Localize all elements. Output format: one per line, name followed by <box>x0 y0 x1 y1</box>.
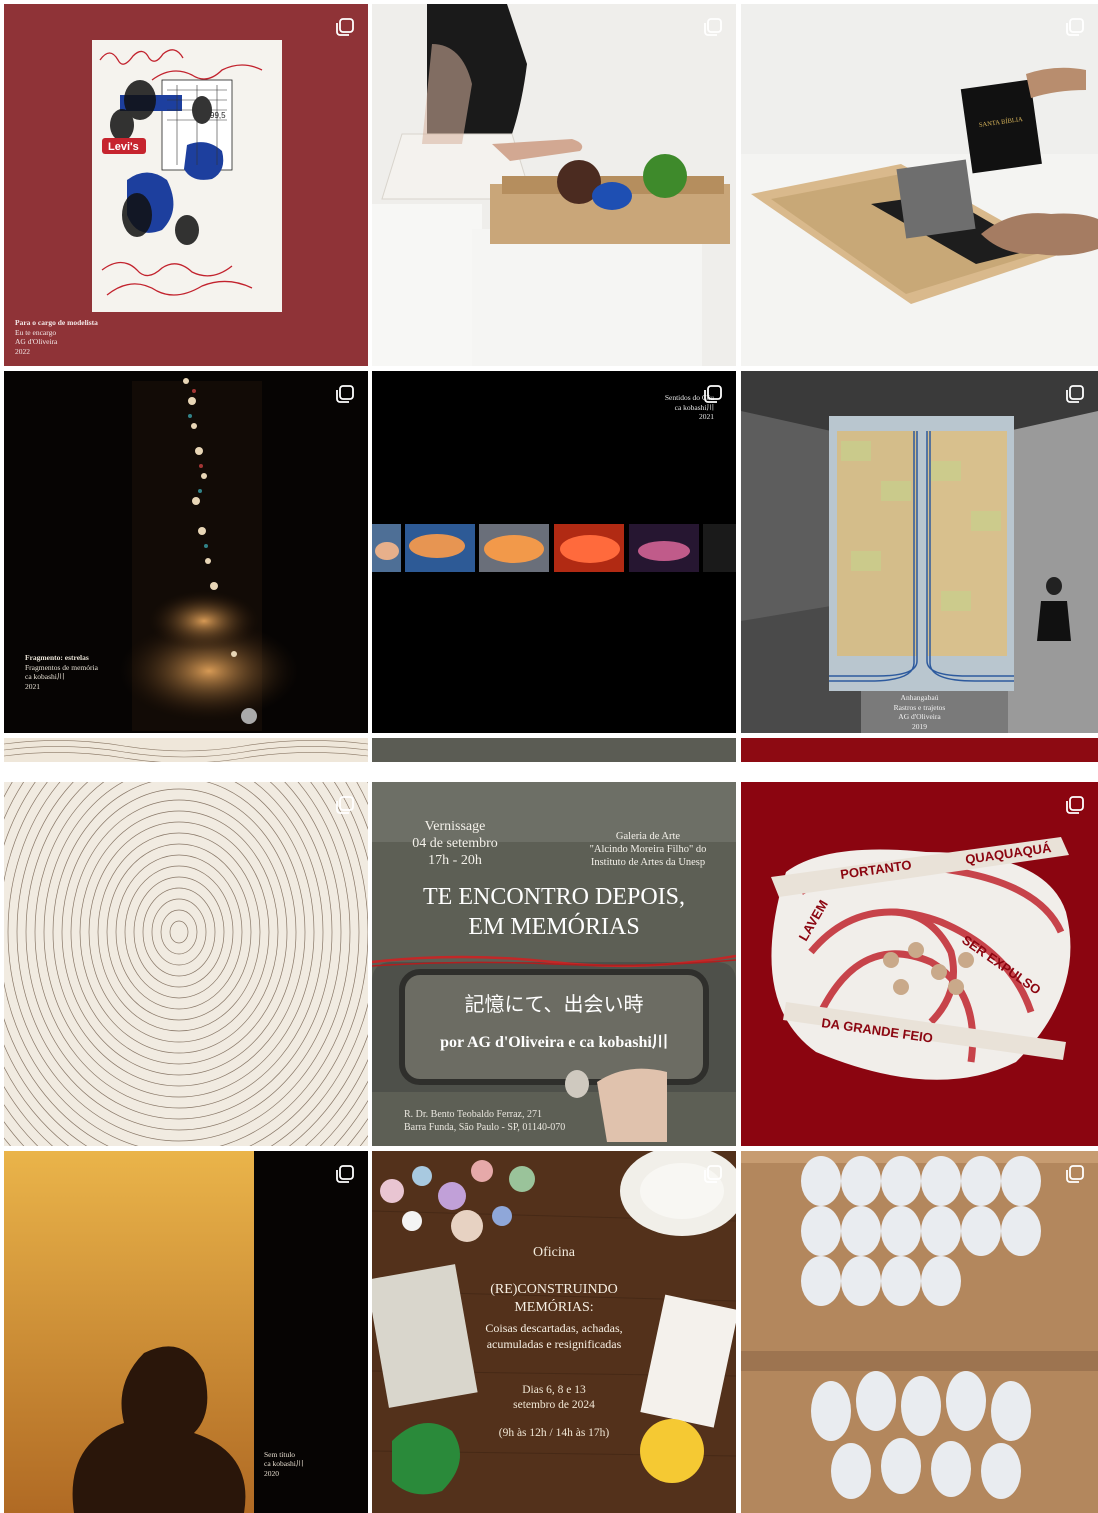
post-tile-woman-box[interactable] <box>372 4 736 366</box>
fingerprint-line <box>115 854 243 1010</box>
gallery-block: Galeria de Arte "Alcindo Moreira Filho" … <box>589 831 707 868</box>
post-tile-book-box[interactable]: SANTA BÍBLIA <box>741 4 1098 366</box>
carousel-icon <box>1066 385 1084 403</box>
oficina-label: Oficina <box>533 1245 575 1260</box>
fingerprint-line <box>16 782 342 1131</box>
photo-ceramic-plate: PORTANTO SER EXPULSO QUAQUAQUÁ DA GRANDE… <box>741 782 1098 1146</box>
levis-logo: Levi's <box>108 141 139 153</box>
post-caption: Sem título ca kobashi川 2020 <box>264 1449 304 1478</box>
photo-figures-box <box>741 1151 1098 1513</box>
post-tile-vernissage[interactable]: Vernissage 04 de setembro 17h - 20h Gale… <box>372 782 736 1146</box>
carousel-icon <box>1066 796 1084 814</box>
fingerprint-line <box>61 788 297 1076</box>
photo-shadow <box>4 1151 368 1513</box>
fingerprint-line <box>160 909 198 955</box>
post-tile-peek-3[interactable] <box>741 738 1098 762</box>
fingerprint-line <box>124 865 234 999</box>
oficina-title: (RE)CONSTRUINDO MEMÓRIAS: <box>490 1282 618 1315</box>
post-tile-sem-titulo[interactable]: Sem título ca kobashi川 2020 <box>4 1151 368 1513</box>
fingerprint-line <box>43 782 315 1098</box>
svg-text:99,5: 99,5 <box>210 111 226 120</box>
carousel-icon <box>704 385 722 403</box>
photo-woman-box <box>372 4 736 366</box>
carousel-icon <box>336 1165 354 1183</box>
post-tile-anhangabau[interactable]: Anhangabaú Rastros e trajetos AG d'Olive… <box>741 371 1098 733</box>
fingerprint-line <box>7 782 351 1142</box>
photo-anhangabau <box>741 371 1098 733</box>
fingerprint-line <box>34 782 324 1109</box>
photo-fingerprint-lines <box>4 782 368 1146</box>
photo-sky-strip <box>372 371 736 733</box>
post-tile-white-figures[interactable] <box>741 1151 1098 1513</box>
carousel-icon <box>704 18 722 36</box>
oficina-subtitle: Coisas descartadas, achadas, acumuladas … <box>485 1321 623 1351</box>
fingerprint-line <box>52 782 306 1087</box>
post-tile-peek-2[interactable] <box>372 738 736 762</box>
fingerprint-line <box>133 876 225 988</box>
fingerprint-line <box>151 898 207 966</box>
exhibition-title: TE ENCONTRO DEPOIS, EM MEMÓRIAS <box>423 884 685 940</box>
carousel-icon <box>336 385 354 403</box>
photo-book-box: SANTA BÍBLIA <box>741 4 1098 366</box>
exhibition-artists: por AG d'Oliveira e ca kobashi川 <box>440 1034 668 1051</box>
exhibition-address: R. Dr. Bento Teobaldo Ferraz, 271 Barra … <box>404 1109 566 1133</box>
carousel-icon <box>336 18 354 36</box>
poster-image: Levi's 99,5 <box>92 40 282 312</box>
fingerprint-line <box>97 832 261 1032</box>
post-tile-fingerprint[interactable] <box>4 782 368 1146</box>
carousel-icon <box>1066 1165 1084 1183</box>
post-tile-sentidos-do-ceu[interactable]: Sentidos do Céu ca kobashi川 2021 <box>372 371 736 733</box>
exhibition-title-jp: 記憶にて、出会い時 <box>464 992 644 1016</box>
vernissage-block: Vernissage 04 de setembro 17h - 20h <box>412 819 498 868</box>
post-tile-modelista[interactable]: Levi's 99,5 Para o cargo de modelista Eu… <box>4 4 368 366</box>
fingerprint-line <box>106 843 252 1021</box>
post-caption: Anhangabaú Rastros e trajetos AG d'Olive… <box>893 693 946 731</box>
post-tile-plate[interactable]: PORTANTO SER EXPULSO QUAQUAQUÁ DA GRANDE… <box>741 782 1098 1146</box>
fingerprint-line <box>169 920 189 944</box>
carousel-icon <box>336 796 354 814</box>
fingerprint-line <box>70 799 288 1065</box>
post-tile-peek-1[interactable] <box>4 738 368 762</box>
fingerprint-line <box>4 782 360 1146</box>
fingerprint-line <box>79 810 279 1054</box>
post-caption: Para o cargo de modelista Eu te encargo … <box>15 318 98 356</box>
carousel-icon <box>1066 18 1084 36</box>
post-tile-oficina[interactable]: Oficina (RE)CONSTRUINDO MEMÓRIAS: Coisas… <box>372 1151 736 1513</box>
post-tile-fragmento-estrelas[interactable]: Fragmento: estrelas Fragmentos de memóri… <box>4 371 368 733</box>
oficina-hours: (9h às 12h / 14h às 17h) <box>498 1427 610 1439</box>
fingerprint-line <box>142 887 216 977</box>
oficina-dates: Dias 6, 8 e 13 setembro de 2024 <box>513 1384 595 1411</box>
post-caption: Fragmento: estrelas Fragmentos de memóri… <box>25 653 98 691</box>
carousel-icon <box>704 1165 722 1183</box>
